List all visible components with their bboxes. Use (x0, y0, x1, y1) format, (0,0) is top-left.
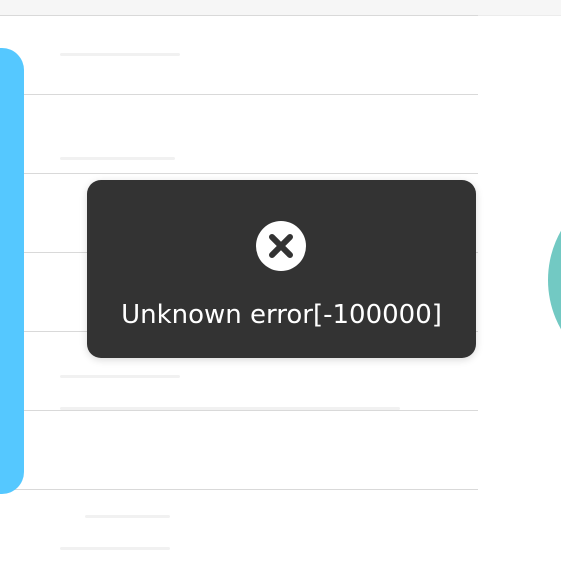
faded-row-text (60, 375, 180, 378)
faded-row-text (85, 515, 170, 518)
top-bar (0, 0, 561, 16)
faded-row-text (60, 157, 175, 160)
app-screen: Unknown error[-100000] (0, 0, 561, 561)
blue-side-panel (0, 48, 24, 494)
list-divider (0, 173, 478, 174)
list-divider (0, 15, 478, 16)
faded-row-text (60, 547, 170, 550)
faded-row-text (60, 407, 400, 410)
faded-row-text (60, 53, 180, 56)
list-divider (0, 410, 478, 411)
list-divider (0, 489, 478, 490)
error-message: Unknown error[-100000] (121, 300, 442, 330)
close-circle-icon (256, 221, 306, 271)
teal-avatar-circle (548, 180, 561, 380)
error-toast: Unknown error[-100000] (87, 180, 476, 358)
list-divider (0, 94, 478, 95)
